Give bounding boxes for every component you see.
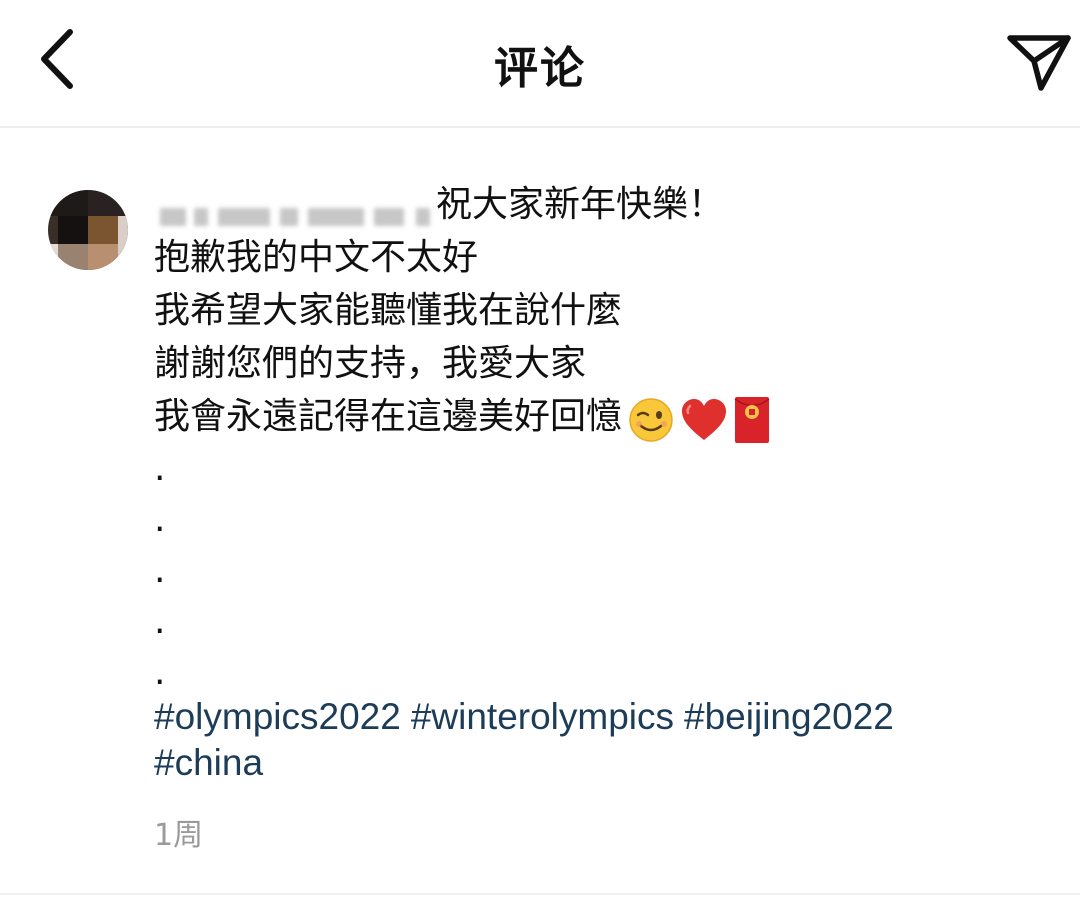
comment-line: 抱歉我的中文不太好 [154,237,479,278]
dot-separator: . [154,448,166,489]
hashtag-link[interactable]: #china [154,742,263,783]
red-envelope-emoji [734,396,770,443]
dot-separator: . [154,601,166,642]
share-button[interactable] [1004,30,1074,94]
page-title: 评论 [494,43,586,94]
hashtag-list: #olympics2022 #winterolympics #beijing2022… [154,694,1054,786]
comment-timestamp: 1周 [154,818,204,853]
paper-plane-icon [1007,35,1071,91]
bottom-divider [0,893,1080,895]
comment-line-with-emojis: 我會永遠記得在這邊美好回憶 [154,390,1054,443]
top-bar: 评论 [0,0,1080,126]
comment-line: 我會永遠記得在這邊美好回憶 [154,396,623,437]
hashtag-link[interactable]: #winterolympics [411,696,674,737]
comment-item: 祝大家新年快樂！ 抱歉我的中文不太好 我希望大家能聽懂我在說什麼 謝謝您們的支持… [0,128,1080,888]
dot-separator: . [154,499,166,540]
comment-line: 祝大家新年快樂！ [436,184,725,225]
dot-separator: . [154,652,166,693]
comment-line: 謝謝您們的支持，我愛大家 [154,343,587,384]
avatar[interactable] [48,190,128,270]
dot-separator: . [154,550,166,591]
comment-body: 祝大家新年快樂！ 抱歉我的中文不太好 我希望大家能聽懂我在說什麼 謝謝您們的支持… [154,178,1054,698]
comment-line: 我希望大家能聽懂我在說什麼 [154,290,623,331]
red-heart-emoji [682,398,727,440]
winking-face-emoji [629,397,673,442]
hashtag-link[interactable]: #olympics2022 [154,696,401,737]
hashtag-link[interactable]: #beijing2022 [684,696,894,737]
emoji-group [622,392,770,445]
